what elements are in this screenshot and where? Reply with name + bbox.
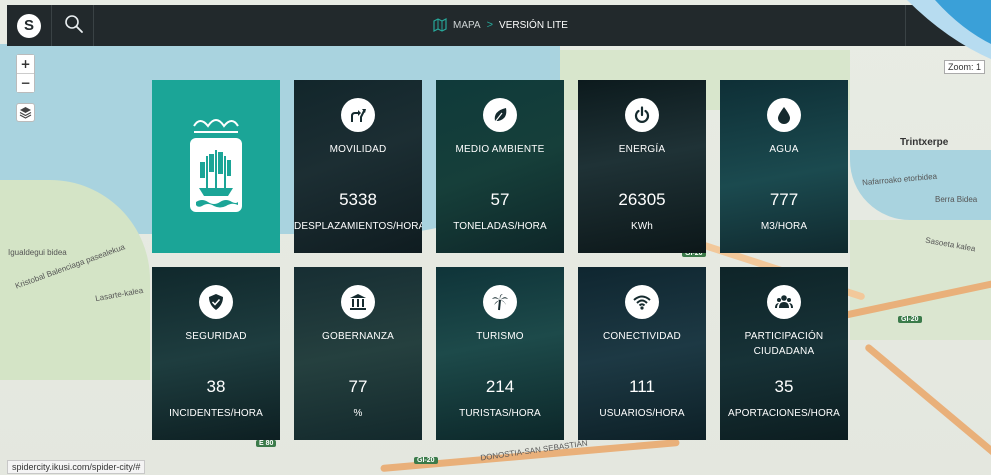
road-shield: GI-20 bbox=[414, 457, 438, 464]
palm-tree-icon bbox=[483, 285, 517, 319]
map-road bbox=[863, 342, 991, 465]
tile-unit: % bbox=[353, 408, 363, 419]
breadcrumb-separator: > bbox=[486, 19, 494, 31]
kpi-tile-conectividad[interactable]: CONECTIVIDAD 111 USUARIOS/HORA bbox=[578, 267, 706, 440]
tile-unit: KWh bbox=[631, 221, 653, 232]
tile-unit: M3/HORA bbox=[760, 221, 808, 232]
tile-value: 38 bbox=[206, 377, 226, 396]
top-bar: S MAPA > VERSIÓN LITE bbox=[7, 5, 991, 46]
tile-unit: INCIDENTES/HORA bbox=[169, 408, 263, 419]
tile-title: GOBERNANZA bbox=[321, 331, 394, 342]
tile-unit: TURISTAS/HORA bbox=[459, 408, 541, 419]
kpi-tile-seguridad[interactable]: SEGURIDAD 38 INCIDENTES/HORA bbox=[152, 267, 280, 440]
zoom-in-button[interactable]: + bbox=[17, 55, 34, 73]
shield-icon bbox=[199, 285, 233, 319]
kpi-tile-participaci-n-ciudadana[interactable]: PARTICIPACIÓN CIUDADANA 35 APORTACIONES/HO… bbox=[720, 267, 848, 440]
leaf-icon bbox=[483, 98, 517, 132]
map-label: Berra Bidea bbox=[935, 195, 978, 204]
corner-decoration bbox=[907, 0, 991, 60]
zoom-out-button[interactable]: − bbox=[17, 74, 34, 92]
people-icon bbox=[767, 285, 801, 319]
road-shield: GI-20 bbox=[898, 316, 922, 323]
tile-title: MEDIO AMBIENTE bbox=[455, 144, 545, 155]
kpi-tile-movilidad[interactable]: MOVILIDAD 5338 DESPLAZAMIENTOS/HORA bbox=[294, 80, 422, 253]
zoom-level: Zoom: 1 bbox=[944, 60, 986, 74]
map-icon bbox=[433, 18, 447, 32]
tile-value: 214 bbox=[485, 377, 515, 396]
kpi-tile-medio-ambiente[interactable]: MEDIO AMBIENTE 57 TONELADAS/HORA bbox=[436, 80, 564, 253]
breadcrumb: MAPA > VERSIÓN LITE bbox=[433, 18, 568, 32]
tile-unit: DESPLAZAMIENTOS/HORA bbox=[294, 221, 422, 232]
layers-button[interactable] bbox=[16, 103, 35, 122]
tile-value: 77 bbox=[348, 377, 368, 396]
tile-title: SEGURIDAD bbox=[185, 331, 247, 342]
tile-title: MOVILIDAD bbox=[329, 144, 387, 155]
layers-icon bbox=[19, 107, 32, 119]
tile-unit: APORTACIONES/HORA bbox=[728, 408, 840, 419]
tile-value: 777 bbox=[769, 190, 799, 209]
water-drop-icon bbox=[767, 98, 801, 132]
zoom-control: + − bbox=[16, 54, 35, 93]
city-logo-tile bbox=[152, 80, 280, 253]
tile-unit: USUARIOS/HORA bbox=[599, 408, 685, 419]
wifi-icon bbox=[625, 285, 659, 319]
tile-value: 26305 bbox=[618, 190, 666, 209]
divider bbox=[93, 5, 94, 46]
divider bbox=[51, 5, 52, 46]
kpi-tile-turismo[interactable]: TURISMO 214 TURISTAS/HORA bbox=[436, 267, 564, 440]
directions-icon bbox=[341, 98, 375, 132]
kpi-tile-gobernanza[interactable]: GOBERNANZA 77% bbox=[294, 267, 422, 440]
status-url: spidercity.ikusi.com/spider-city/# bbox=[7, 460, 146, 474]
ship-coat-of-arms-icon bbox=[190, 119, 242, 212]
tile-title: TURISMO bbox=[476, 331, 524, 342]
map-label: Igualdegui bidea bbox=[8, 248, 67, 257]
breadcrumb-map-link[interactable]: MAPA bbox=[453, 20, 481, 31]
tile-value: 35 bbox=[774, 377, 794, 396]
road-shield: E 80 bbox=[256, 440, 277, 447]
kpi-tile-agua[interactable]: AGUA 777 M3/HORA bbox=[720, 80, 848, 253]
tile-title: CONECTIVIDAD bbox=[603, 331, 681, 342]
kpi-tile-energ-a[interactable]: ENERGÍA 26305 KWh bbox=[578, 80, 706, 253]
map-label: Trintxerpe bbox=[900, 137, 949, 148]
app-logo[interactable]: S bbox=[17, 14, 41, 38]
tile-unit: TONELADAS/HORA bbox=[453, 221, 547, 232]
breadcrumb-current: VERSIÓN LITE bbox=[499, 19, 568, 31]
tile-title: AGUA bbox=[769, 144, 799, 155]
tile-value: 111 bbox=[629, 377, 655, 396]
tile-title: PARTICIPACIÓN CIUDADANA bbox=[744, 331, 824, 357]
tile-value: 5338 bbox=[339, 190, 377, 209]
power-icon bbox=[625, 98, 659, 132]
search-icon[interactable] bbox=[64, 14, 84, 34]
tile-value: 57 bbox=[490, 190, 510, 209]
institution-icon bbox=[341, 285, 375, 319]
tile-title: ENERGÍA bbox=[618, 144, 666, 155]
